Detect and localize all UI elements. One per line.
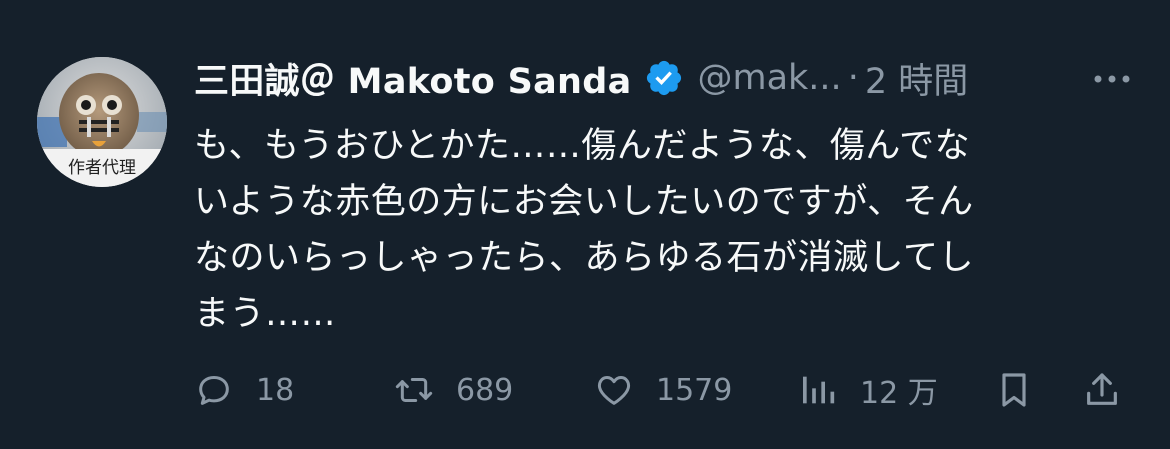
views-button[interactable]: 12 万	[798, 362, 938, 418]
avatar-caption: 作者代理	[68, 158, 136, 178]
tweet-header: 三田誠＠ Makoto Sanda @mak... · 2 時間	[194, 52, 1134, 104]
bookmark-button[interactable]	[994, 362, 1034, 418]
tweet-content: 三田誠＠ Makoto Sanda @mak... · 2 時間 も、もうおひと…	[194, 52, 1134, 342]
like-button[interactable]: 1579	[594, 362, 732, 418]
views-count: 12 万	[860, 376, 938, 411]
retweet-icon	[394, 370, 434, 410]
views-icon	[798, 370, 838, 410]
user-handle[interactable]: @mak...	[698, 58, 842, 98]
reply-icon	[194, 370, 234, 410]
reply-button[interactable]: 18	[194, 362, 294, 418]
action-bar: 18 689 1579 12 万	[194, 362, 1134, 418]
separator-dot: ·	[847, 58, 859, 98]
like-count: 1579	[656, 372, 733, 408]
retweet-count: 689	[456, 372, 514, 408]
retweet-button[interactable]: 689	[394, 362, 513, 418]
share-button[interactable]	[1082, 362, 1122, 418]
display-name[interactable]: 三田誠＠ Makoto Sanda	[194, 53, 632, 104]
timestamp[interactable]: 2 時間	[865, 53, 968, 104]
reply-count: 18	[256, 372, 295, 408]
avatar[interactable]: 作者代理	[37, 57, 167, 187]
bookmark-icon	[994, 370, 1034, 410]
verified-badge-icon	[644, 58, 684, 98]
like-icon	[594, 370, 634, 410]
share-icon	[1082, 370, 1122, 410]
more-icon[interactable]	[1090, 64, 1134, 94]
avatar-owl-image: 作者代理	[37, 57, 167, 187]
tweet-card[interactable]: 作者代理 三田誠＠ Makoto Sanda @mak... · 2 時間 も、…	[0, 0, 1170, 449]
tweet-text: も、もうおひとかた……傷んだような、傷んでな いような赤色の方にお会いしたいので…	[194, 126, 974, 334]
